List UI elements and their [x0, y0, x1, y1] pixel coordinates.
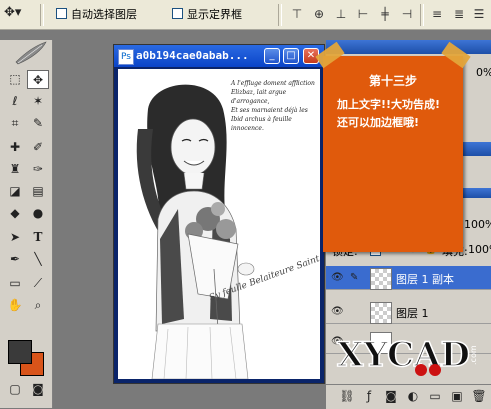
document-titlebar[interactable]: Ps a0b194cae0abab... _ □ ✕ [114, 45, 324, 67]
note-line: 加上文字!!大功告成! [337, 98, 441, 111]
document-window: Ps a0b194cae0abab... _ □ ✕ A l'effluge d… [113, 44, 325, 384]
opacity-value[interactable]: 100% [464, 218, 491, 231]
clone-stamp-tool-icon[interactable]: ♜ [4, 160, 26, 179]
path-selection-tool-icon[interactable]: ➤ [4, 228, 26, 247]
magic-wand-tool-icon[interactable]: ✶ [27, 92, 49, 111]
layer-row[interactable]: 👁 图层 1 [326, 300, 491, 324]
note-line: 还可以加边框哦! [337, 116, 420, 129]
gradient-tool-icon[interactable]: ▤ [27, 182, 49, 201]
visibility-eye-icon[interactable]: 👁 [331, 272, 344, 283]
show-bounding-box-label: 显示定界框 [187, 8, 242, 21]
poem-text: A l'effluge doment affliction Elizbaz, l… [231, 79, 320, 133]
standard-mode-icon[interactable]: ▢ [4, 380, 26, 399]
pen-tool-icon[interactable]: ✒ [4, 250, 26, 269]
notes-tool-icon[interactable]: ▭ [4, 274, 26, 293]
distribute-bottom-icon[interactable]: ☰ [470, 5, 488, 23]
auto-select-layer-checkbox[interactable] [56, 8, 67, 19]
type-tool-icon[interactable]: T [27, 228, 49, 247]
new-layer-icon[interactable]: ▣ [446, 387, 468, 406]
xycad-watermark-logo: XYCAD .com [335, 330, 485, 380]
align-vcenter-icon[interactable]: ⊕ [310, 5, 328, 23]
healing-brush-tool-icon[interactable]: ✚ [4, 138, 26, 157]
align-right-icon[interactable]: ⊣ [398, 5, 416, 23]
maximize-button[interactable]: □ [283, 48, 299, 64]
marquee-tool-icon[interactable]: ⬚ [4, 70, 26, 89]
layer-mask-icon[interactable]: ◙ [380, 387, 402, 406]
document-app-icon: Ps [118, 49, 134, 65]
align-left-icon[interactable]: ⊢ [354, 5, 372, 23]
move-tool-preset-icon[interactable]: ✥▾ [4, 5, 34, 23]
quick-mask-mode-icon[interactable]: ◙ [27, 380, 49, 399]
show-bounding-box-checkbox[interactable] [172, 8, 183, 19]
layer-thumbnail [370, 302, 392, 324]
distribute-center-icon[interactable]: ≣ [450, 5, 468, 23]
hand-tool-icon[interactable]: ✋ [4, 296, 26, 315]
options-separator [278, 4, 282, 26]
brush-tool-icon[interactable]: ✐ [27, 138, 49, 157]
eyedropper-tool-icon[interactable]: ⟋ [27, 274, 49, 293]
layer-style-icon[interactable]: ƒ [358, 387, 380, 406]
poem-line: Elizbaz, lait argue d'arrogance, [231, 89, 287, 105]
auto-select-layer-label: 自动选择图层 [71, 8, 137, 21]
swap-colors-icon[interactable] [4, 346, 26, 365]
slice-tool-icon[interactable]: ✎ [27, 114, 49, 133]
minimize-button[interactable]: _ [264, 48, 280, 64]
delete-layer-icon[interactable]: 🗑 [468, 387, 490, 406]
poem-line: Et ses marnaient déjà les [231, 107, 308, 114]
options-separator [420, 4, 424, 26]
watermark-dot [429, 364, 441, 376]
link-layers-icon[interactable]: ⛓ [336, 387, 358, 406]
watermark-suffix: .com [469, 345, 478, 365]
panel-titlebar[interactable] [326, 40, 491, 54]
crop-tool-icon[interactable]: ⌗ [4, 114, 26, 133]
fill-value[interactable]: 100% [468, 243, 491, 256]
align-hcenter-icon[interactable]: ╪ [376, 5, 394, 23]
top-percent-value: 0% [476, 66, 491, 79]
layer-row[interactable]: 👁 ✎ 图层 1 副本 [326, 266, 491, 290]
document-title: a0b194cae0abab... [136, 49, 249, 62]
distribute-top-icon[interactable]: ≡ [428, 5, 446, 23]
align-top-icon[interactable]: ⊤ [288, 5, 306, 23]
watermark-dot [415, 364, 427, 376]
note-heading: 第十三步 [368, 74, 417, 88]
lasso-tool-icon[interactable]: ℓ [4, 92, 26, 111]
tutorial-step-note: 第十三步 加上文字!!大功告成! 还可以加边框哦! [315, 41, 471, 252]
image-canvas[interactable]: A l'effluge doment affliction Elizbaz, l… [118, 69, 321, 380]
line-tool-icon[interactable]: ╲ [27, 250, 49, 269]
watermark-brand: XYCAD [337, 335, 470, 375]
brush-link-icon[interactable]: ✎ [350, 272, 358, 283]
move-tool-icon[interactable]: ✥ [27, 70, 49, 89]
zoom-tool-icon[interactable]: ⌕ [27, 296, 49, 315]
visibility-eye-icon[interactable]: 👁 [331, 306, 344, 317]
align-bottom-icon[interactable]: ⊥ [332, 5, 350, 23]
layer-thumbnail [370, 268, 392, 290]
options-separator [40, 4, 44, 26]
history-brush-tool-icon[interactable]: ✑ [27, 160, 49, 179]
layer-name: 图层 1 [396, 307, 429, 320]
blur-tool-icon[interactable]: ◆ [4, 204, 26, 223]
poem-line: Ibid archus à feuille innocence. [231, 116, 292, 132]
adjustment-layer-icon[interactable]: ◐ [402, 387, 424, 406]
eraser-tool-icon[interactable]: ◪ [4, 182, 26, 201]
dodge-tool-icon[interactable]: ● [27, 204, 49, 223]
note-body: 加上文字!!大功告成! 还可以加边框哦! [337, 96, 457, 132]
options-bar: ✥▾ 自动选择图层 显示定界框 ⊤ ⊕ ⊥ ⊢ ╪ ⊣ ≡ ≣ ☰ [0, 0, 491, 30]
poem-line: A l'effluge doment affliction [231, 80, 315, 87]
layer-name: 图层 1 副本 [396, 273, 454, 286]
photoshop-feather-icon [15, 41, 47, 65]
new-group-icon[interactable]: ▭ [424, 387, 446, 406]
toolbox: ⬚ ✥ ℓ ✶ ⌗ ✎ ✚ ✐ ♜ ✑ ◪ ▤ ◆ ● ➤ T ✒ ╲ ▭ ⟋ … [0, 40, 53, 408]
layers-panel-footer: ⛓ ƒ ◙ ◐ ▭ ▣ 🗑 [326, 384, 491, 409]
